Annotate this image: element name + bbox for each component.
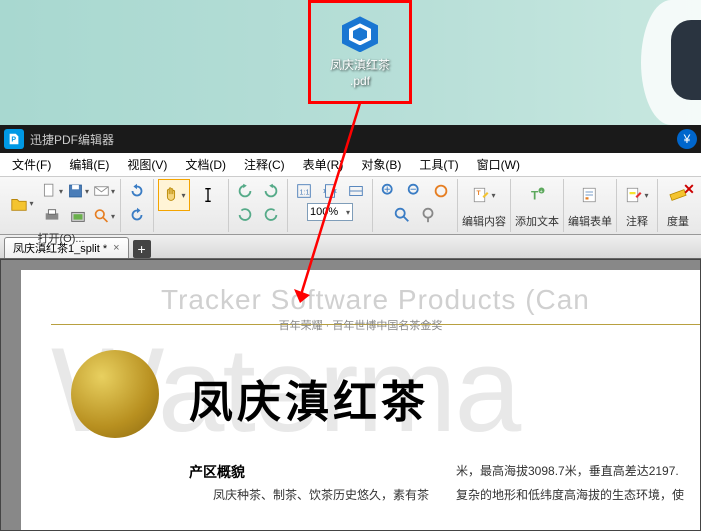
pdf-file-icon	[340, 14, 380, 54]
watermark-header: Tracker Software Products (Can	[161, 284, 700, 316]
tabbar: 凤庆滇红茶1_split * × +	[0, 235, 701, 259]
zoom-level-input[interactable]: 100%▾	[307, 203, 353, 221]
app-title: 迅捷PDF编辑器	[30, 131, 671, 148]
zoom-in-button[interactable]	[377, 179, 401, 203]
measure-label: 度量	[667, 213, 689, 229]
menu-window[interactable]: 窗口(W)	[469, 154, 528, 175]
menu-form[interactable]: 表单(R)	[295, 154, 352, 175]
edit-form-label: 编辑表单	[568, 213, 612, 229]
desktop-file-icon-highlighted[interactable]: 凤庆滇红茶.pdf	[308, 0, 412, 104]
menu-file[interactable]: 文件(F)	[4, 154, 59, 175]
zoom-reset-button[interactable]	[429, 179, 453, 203]
rotate-cw-button[interactable]	[259, 203, 283, 227]
svg-text:+: +	[540, 189, 543, 195]
desktop-background-decoration	[671, 20, 701, 100]
menu-annotate[interactable]: 注释(C)	[236, 154, 293, 175]
new-tab-button[interactable]: +	[133, 240, 151, 258]
menu-edit[interactable]: 编辑(E)	[61, 154, 117, 175]
body-text-col2-line2: 复杂的地形和低纬度高海拔的生态环境，使	[456, 486, 700, 505]
app-icon: P	[4, 129, 24, 149]
add-text-button[interactable]: T+	[521, 179, 553, 211]
hand-tool-button[interactable]: ▾	[158, 179, 190, 211]
fit-page-button[interactable]	[318, 179, 342, 203]
menu-view[interactable]: 视图(V)	[119, 154, 175, 175]
menubar: 文件(F) 编辑(E) 视图(V) 文档(D) 注释(C) 表单(R) 对象(B…	[0, 153, 701, 177]
pdf-page: Tracker Software Products (Can 百年荣耀 · 百年…	[21, 270, 700, 530]
actual-size-button[interactable]: 1:1	[292, 179, 316, 203]
edit-content-label: 编辑内容	[462, 213, 506, 229]
titlebar[interactable]: P 迅捷PDF编辑器 ¥	[0, 125, 701, 153]
svg-text:1:1: 1:1	[300, 188, 310, 197]
pdf-editor-window: P 迅捷PDF编辑器 ¥ 文件(F) 编辑(E) 视图(V) 文档(D) 注释(…	[0, 125, 701, 531]
print-button[interactable]	[40, 204, 64, 228]
document-area[interactable]: Tracker Software Products (Can 百年荣耀 · 百年…	[0, 259, 701, 531]
redo-button[interactable]	[125, 203, 149, 227]
open-button[interactable]: ▾	[6, 188, 38, 220]
rotate-ccw-button[interactable]	[233, 203, 257, 227]
edit-content-button[interactable]: T▾	[468, 179, 500, 211]
edit-form-button[interactable]	[574, 179, 606, 211]
open-label: 打开(O)...	[37, 230, 84, 246]
tea-image	[71, 350, 159, 438]
desktop-file-label: 凤庆滇红茶.pdf	[330, 58, 390, 89]
tab-close-button[interactable]: ×	[113, 242, 119, 254]
search-button[interactable]: ▾	[92, 204, 116, 228]
scan-button[interactable]	[66, 204, 90, 228]
document-title: 凤庆滇红茶	[189, 366, 429, 430]
text-select-button[interactable]	[192, 179, 224, 211]
menu-document[interactable]: 文档(D)	[177, 154, 234, 175]
menu-tools[interactable]: 工具(T)	[411, 154, 466, 175]
undo-button[interactable]	[125, 179, 149, 203]
svg-text:P: P	[11, 137, 16, 144]
toolbar-close-button[interactable]: ✕	[679, 179, 699, 199]
svg-text:T: T	[531, 189, 539, 203]
zoom-region-button[interactable]	[390, 203, 414, 227]
email-button[interactable]: ▾	[92, 179, 116, 203]
new-button[interactable]: ▾	[40, 179, 64, 203]
annotate-label: 注释	[626, 213, 648, 229]
add-text-label: 添加文本	[515, 213, 559, 229]
save-button[interactable]: ▾	[66, 179, 90, 203]
toolbar: ▾ ▾ ▾ ▾ ▾ 打开(O)...	[0, 177, 701, 235]
annotate-button[interactable]: ▾	[621, 179, 653, 211]
zoom-out-button[interactable]	[403, 179, 427, 203]
rotate-left-button[interactable]	[233, 179, 257, 203]
body-text-col2-line1: 米，最高海拔3098.7米，垂直高差达2197.	[456, 462, 700, 481]
section-heading: 产区概貌	[189, 462, 245, 482]
loupe-button[interactable]	[416, 203, 440, 227]
fit-width-button[interactable]	[344, 179, 368, 203]
body-text-col1: 凤庆种茶、制茶、饮茶历史悠久，素有茶	[213, 486, 443, 505]
currency-button[interactable]: ¥	[677, 129, 697, 149]
rotate-right-button[interactable]	[259, 179, 283, 203]
menu-object[interactable]: 对象(B)	[353, 154, 409, 175]
